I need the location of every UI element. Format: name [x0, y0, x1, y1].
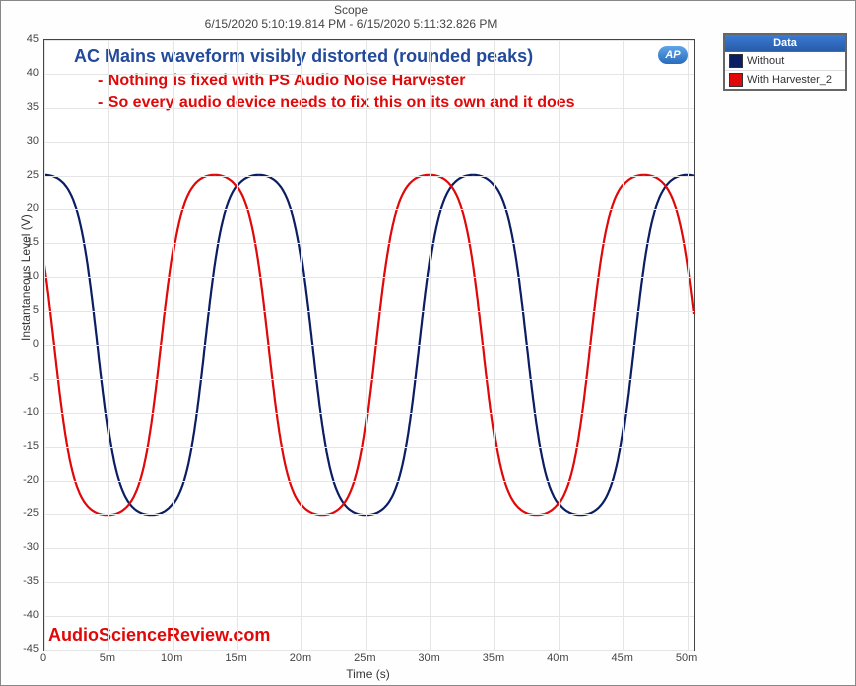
x-tick: 20m	[290, 652, 311, 664]
y-tick: -35	[5, 575, 39, 587]
legend-title: Data	[725, 35, 845, 52]
annotation-line-2: - So every audio device needs to fix thi…	[98, 94, 575, 112]
gridline-h	[44, 514, 694, 515]
y-tick: -15	[5, 440, 39, 452]
x-tick: 45m	[612, 652, 633, 664]
x-tick: 50m	[676, 652, 697, 664]
y-tick: 40	[5, 67, 39, 79]
gridline-h	[44, 379, 694, 380]
y-tick: 35	[5, 101, 39, 113]
gridline-v	[559, 40, 560, 650]
y-tick: -5	[5, 372, 39, 384]
y-tick: 0	[5, 338, 39, 350]
legend: Data Without With Harvester_2	[723, 33, 847, 91]
gridline-v	[623, 40, 624, 650]
chart-frame: Scope 6/15/2020 5:10:19.814 PM - 6/15/20…	[0, 0, 856, 686]
gridline-h	[44, 142, 694, 143]
gridline-h	[44, 616, 694, 617]
x-tick: 15m	[225, 652, 246, 664]
legend-swatch	[729, 54, 743, 68]
gridline-v	[173, 40, 174, 650]
plot-area: AP AC Mains waveform visibly distorted (…	[43, 39, 695, 651]
y-tick: 15	[5, 236, 39, 248]
gridline-v	[688, 40, 689, 650]
legend-swatch	[729, 73, 743, 87]
y-tick: -45	[5, 643, 39, 655]
chart-subtitle: 6/15/2020 5:10:19.814 PM - 6/15/2020 5:1…	[1, 17, 701, 31]
gridline-h	[44, 582, 694, 583]
gridline-h	[44, 209, 694, 210]
gridline-v	[494, 40, 495, 650]
gridline-h	[44, 40, 694, 41]
x-tick: 0	[40, 652, 46, 664]
x-tick: 40m	[547, 652, 568, 664]
y-tick: 25	[5, 169, 39, 181]
gridline-h	[44, 650, 694, 651]
y-tick: -20	[5, 474, 39, 486]
y-tick: 45	[5, 33, 39, 45]
y-tick: 5	[5, 304, 39, 316]
gridline-v	[108, 40, 109, 650]
x-tick: 5m	[100, 652, 115, 664]
gridline-h	[44, 243, 694, 244]
gridline-h	[44, 176, 694, 177]
y-tick: -40	[5, 609, 39, 621]
gridline-h	[44, 413, 694, 414]
gridline-v	[44, 40, 45, 650]
gridline-h	[44, 74, 694, 75]
gridline-v	[430, 40, 431, 650]
y-tick: -25	[5, 507, 39, 519]
gridline-h	[44, 108, 694, 109]
y-tick: 30	[5, 135, 39, 147]
gridline-h	[44, 548, 694, 549]
gridline-v	[237, 40, 238, 650]
x-axis-label: Time (s)	[43, 667, 693, 681]
gridline-h	[44, 447, 694, 448]
gridline-h	[44, 481, 694, 482]
x-tick: 30m	[418, 652, 439, 664]
chart-title: Scope	[1, 3, 701, 17]
legend-row: Without	[725, 52, 845, 71]
y-tick: 10	[5, 270, 39, 282]
gridline-h	[44, 311, 694, 312]
legend-label: Without	[747, 55, 784, 67]
gridline-v	[301, 40, 302, 650]
y-tick: 20	[5, 202, 39, 214]
y-tick: -10	[5, 406, 39, 418]
legend-label: With Harvester_2	[747, 74, 832, 86]
x-tick: 35m	[483, 652, 504, 664]
y-tick: -30	[5, 541, 39, 553]
gridline-v	[366, 40, 367, 650]
gridline-h	[44, 345, 694, 346]
x-tick: 10m	[161, 652, 182, 664]
gridline-h	[44, 277, 694, 278]
x-tick: 25m	[354, 652, 375, 664]
legend-row: With Harvester_2	[725, 71, 845, 89]
annotation-headline: AC Mains waveform visibly distorted (rou…	[74, 46, 533, 67]
